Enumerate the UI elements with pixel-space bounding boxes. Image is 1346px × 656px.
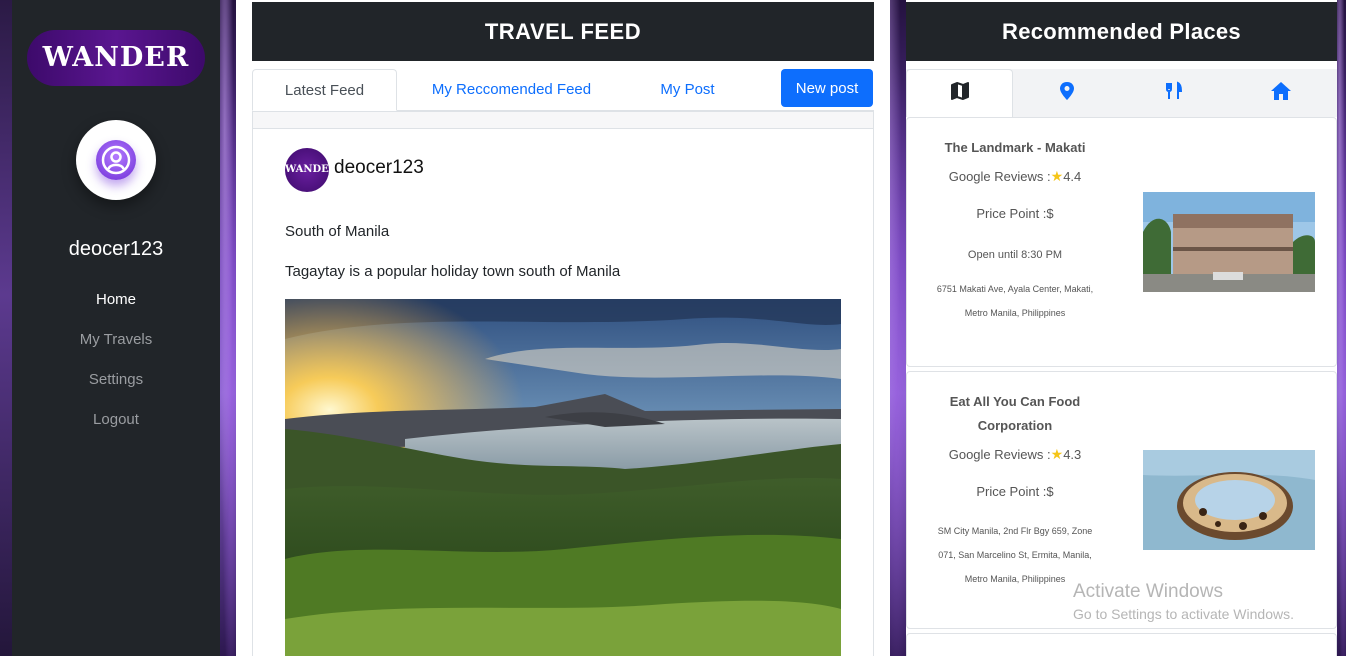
rating-value: 4.4 [1063,169,1082,184]
place-reviews: Google Reviews :★4.3 [907,446,1123,464]
tab-places[interactable] [1013,69,1120,117]
place-name: The Landmark - Makati [944,140,1086,155]
tab-my-post[interactable]: My Post [640,69,735,111]
place-address-line: SM City Manila, 2nd Flr Bgy 659, Zone [937,526,1093,536]
sidebar-item-home[interactable]: Home [12,290,220,330]
feed-tabs: Latest Feed My Reccomended Feed My Post … [252,69,874,111]
home-icon [1270,81,1292,106]
feed-title: TRAVEL FEED [252,2,874,61]
tab-lodging[interactable] [1227,69,1334,117]
new-post-button[interactable]: New post [781,69,873,107]
recommended-places-panel: Recommended Places The Landmark - Makati [906,0,1337,656]
place-info: Eat All You Can Food Corporation Google … [907,390,1123,591]
place-address-line: Metro Manila, Philippines [964,308,1066,318]
user-circle-icon [96,140,136,180]
place-card[interactable] [906,633,1337,656]
tab-latest-feed[interactable]: Latest Feed [252,69,397,111]
post-avatar[interactable]: WANDER [285,148,337,192]
sidebar-item-settings[interactable]: Settings [12,370,220,410]
background-strip-right [1337,0,1346,656]
background-strip-mid [220,0,236,656]
location-pin-icon [1058,81,1076,106]
map-icon [950,81,970,106]
brand-logo[interactable]: WANDER [27,30,205,86]
post-photo-lake-sunset [285,299,841,656]
sidebar-item-logout[interactable]: Logout [12,410,220,450]
reviews-label: Google Reviews : [948,169,1051,184]
activate-windows-subtitle: Go to Settings to activate Windows. [1073,606,1294,622]
place-card[interactable]: The Landmark - Makati Google Reviews :★4… [906,117,1337,367]
price-point: Price Point :$ [976,206,1054,221]
star-icon: ★ [1050,168,1064,184]
place-photo-food [1143,450,1315,550]
post-username[interactable]: deocer123 [334,157,424,179]
sidebar-nav: Home My Travels Settings Logout [12,290,220,450]
star-icon: ★ [1050,446,1064,462]
sidebar-username: deocer123 [68,238,164,260]
recommended-title: Recommended Places [906,2,1337,61]
background-strip-left [0,0,12,656]
place-name-line: Eat All You Can Food [949,394,1081,409]
tab-map[interactable] [906,69,1013,117]
profile-avatar[interactable] [76,120,156,200]
sidebar-item-my-travels[interactable]: My Travels [12,330,220,370]
place-address-line: 071, San Marcelino St, Ermita, Manila, [938,550,1092,560]
tab-restaurants[interactable] [1120,69,1227,117]
post-body: Tagaytay is a popular holiday town south… [285,263,621,280]
tab-recommended-feed[interactable]: My Reccomended Feed [414,69,609,111]
place-name-line: Corporation [977,418,1053,433]
activate-windows-title: Activate Windows [1073,581,1223,602]
price-point: Price Point :$ [976,484,1054,499]
sidebar: WANDER deocer123 Home My Travels Setting… [12,0,220,656]
travel-feed-panel: TRAVEL FEED Latest Feed My Reccomended F… [236,0,890,656]
place-photo-mall [1143,192,1315,292]
reviews-label: Google Reviews : [948,447,1051,462]
rating-value: 4.3 [1063,447,1082,462]
recommended-tabs [906,69,1337,117]
post-card-header [253,112,873,129]
opening-hours: Open until 8:30 PM [967,249,1063,261]
place-reviews: Google Reviews :★4.4 [907,168,1123,186]
place-address-line: 6751 Makati Ave, Ayala Center, Makati, [936,284,1094,294]
post-card: WANDER deocer123 South of Manila Tagayta… [252,111,874,656]
place-info: The Landmark - Makati Google Reviews :★4… [907,136,1123,325]
restaurant-icon [1164,81,1184,106]
post-title: South of Manila [285,223,390,240]
